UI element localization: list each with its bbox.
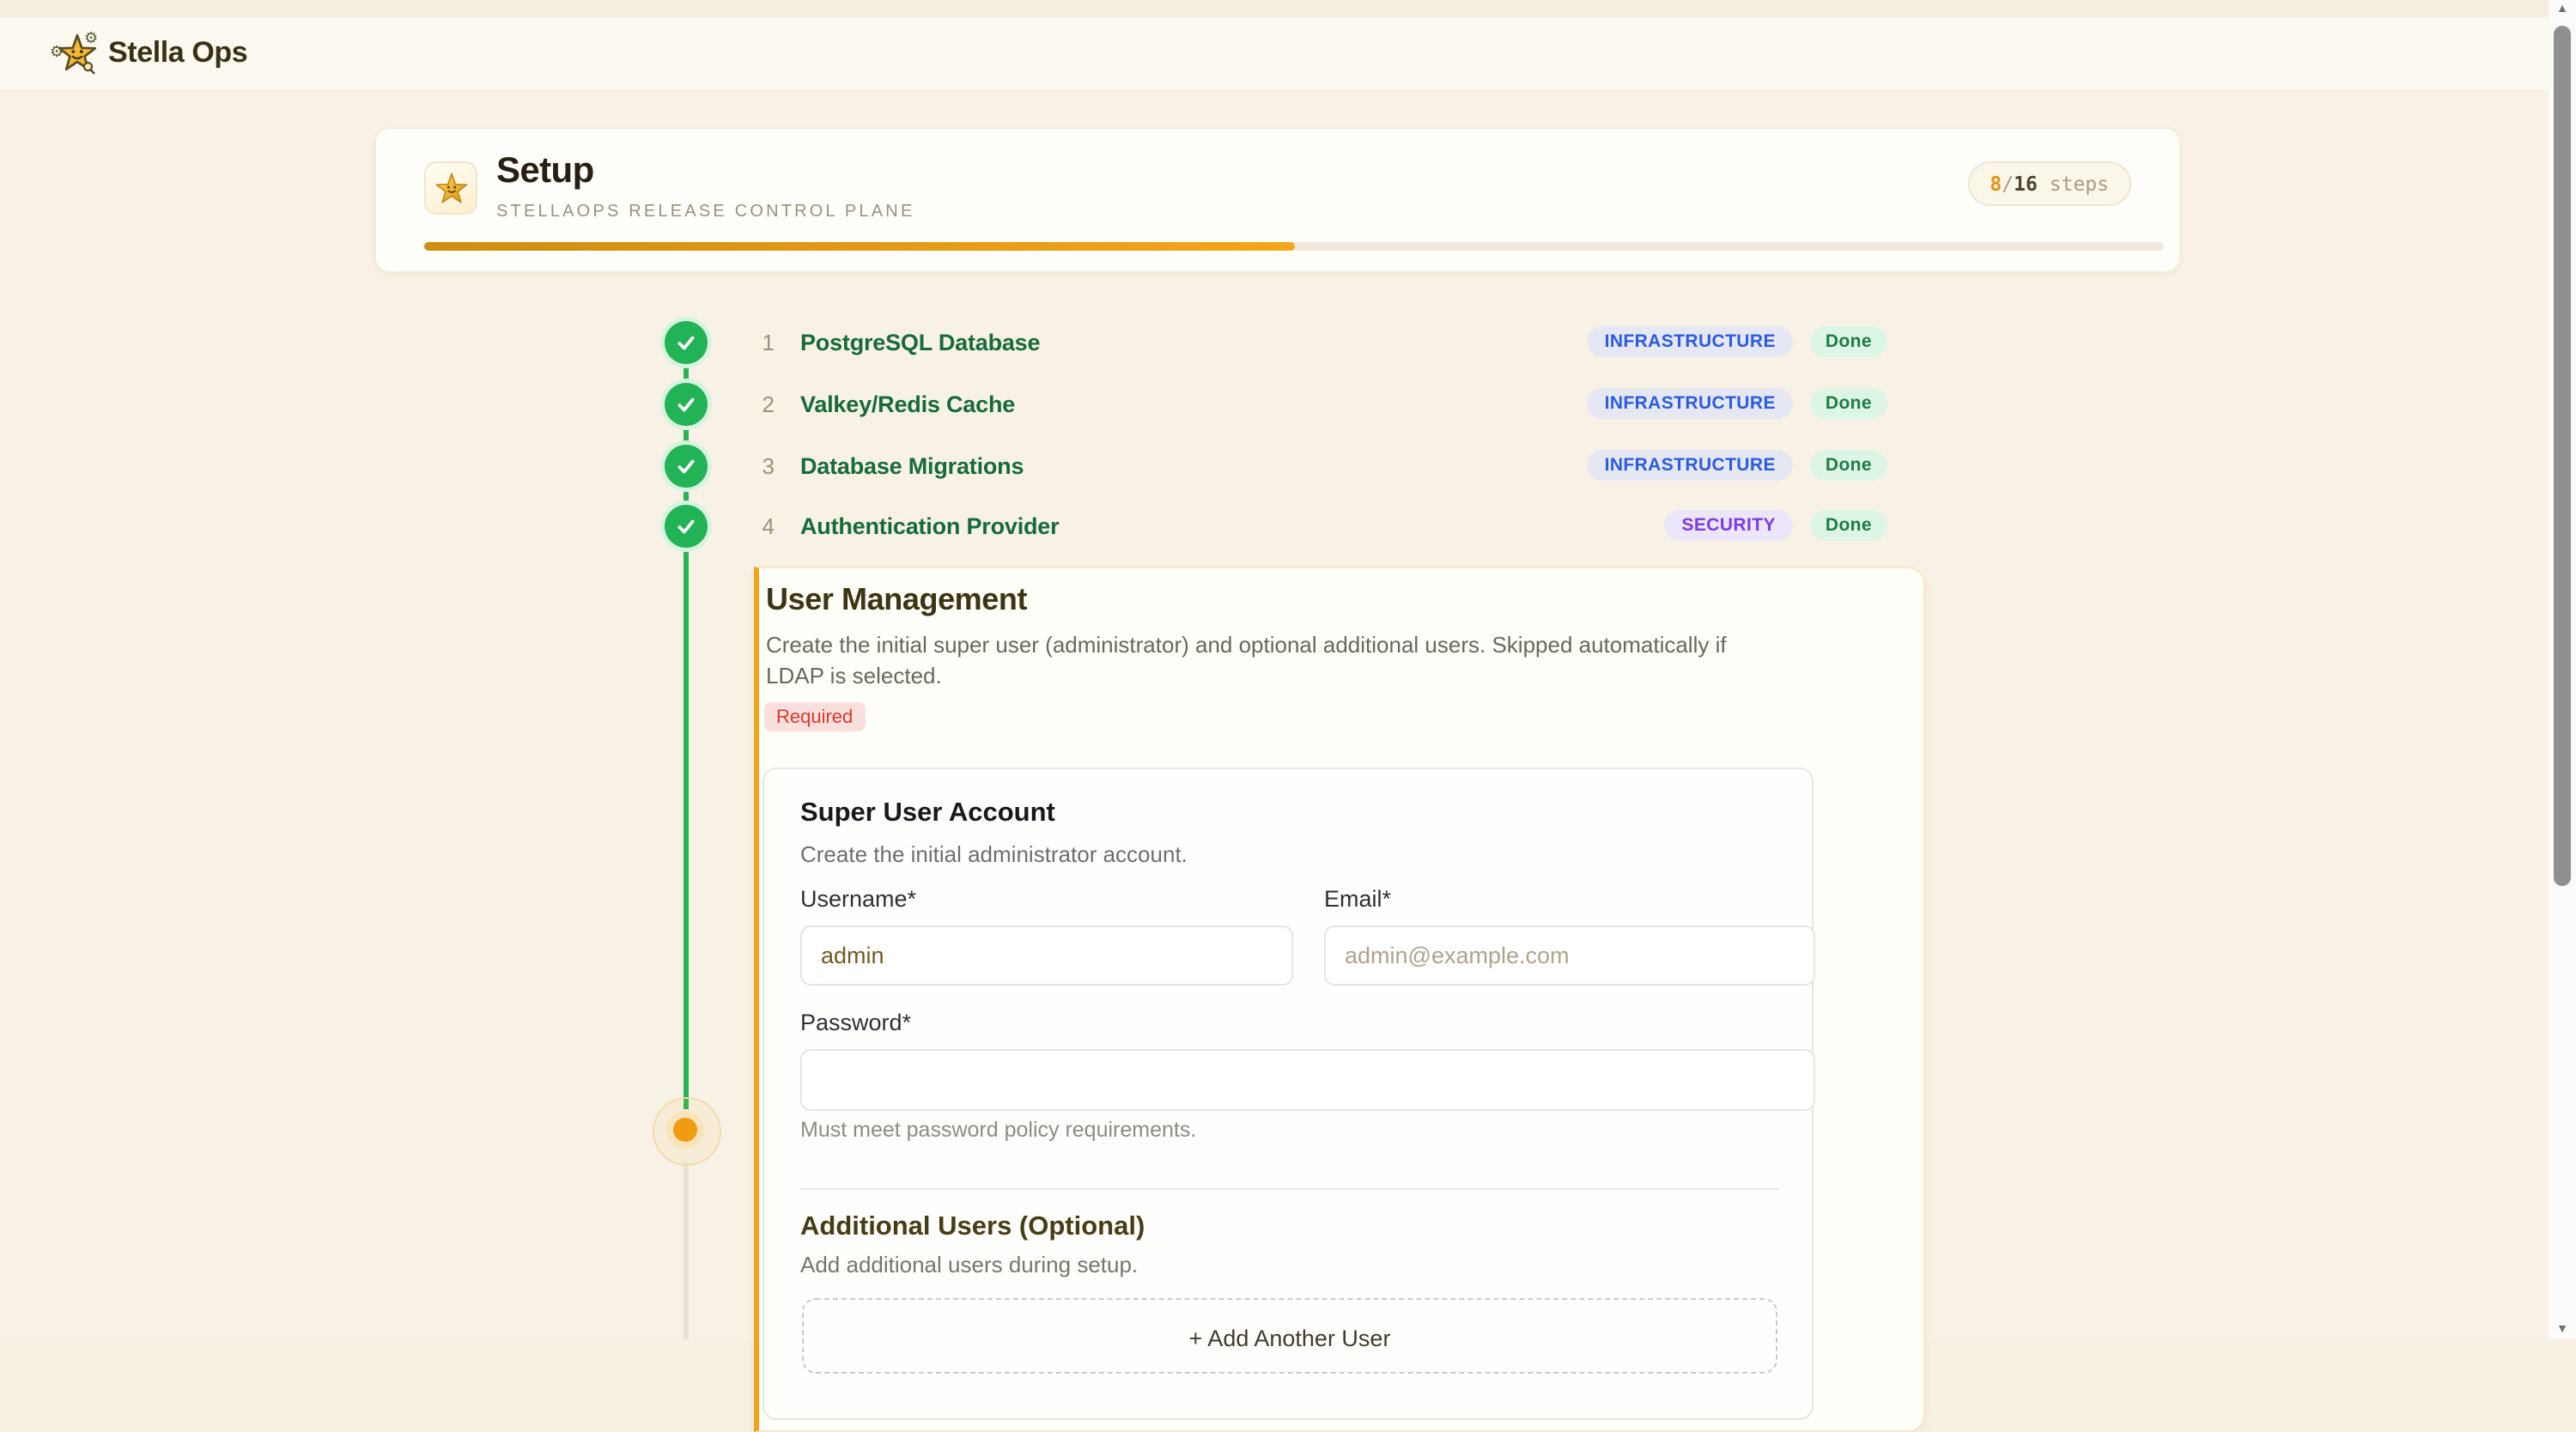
category-badge: INFRASTRUCTURE <box>1588 450 1793 481</box>
step-title: Authentication Provider <box>800 513 1664 538</box>
category-badge: INFRASTRUCTURE <box>1588 326 1793 357</box>
step-number: 4 <box>756 513 775 538</box>
check-icon <box>675 515 697 537</box>
step-number: 2 <box>756 391 775 416</box>
step-title: PostgreSQL Database <box>800 329 1588 355</box>
super-user-description: Create the initial administrator account… <box>800 841 1188 867</box>
stellaops-logo-icon[interactable]: ⚙ ⚙ <box>55 31 100 76</box>
step-check-circle <box>665 383 708 426</box>
timeline-line-upcoming <box>683 1162 688 1339</box>
status-badge: Done <box>1810 510 1887 541</box>
password-field[interactable] <box>800 1049 1815 1111</box>
step-check-circle <box>665 445 708 488</box>
gear-icon: ⚙ <box>50 45 64 60</box>
steps-counter-badge: 8/16 steps <box>1967 161 2131 206</box>
page-content: Setup STELLAOPS RELEASE CONTROL PLANE 8/… <box>0 89 2554 1339</box>
scroll-down-arrow-icon[interactable]: ▼ <box>2549 1324 2576 1336</box>
section-description: Create the initial super user (administr… <box>766 630 1759 690</box>
progress-fill <box>424 242 1294 250</box>
category-badge: SECURITY <box>1664 510 1792 541</box>
status-badge: Done <box>1810 388 1887 419</box>
check-icon <box>675 393 697 416</box>
required-badge: Required <box>764 702 865 731</box>
additional-users-heading: Additional Users (Optional) <box>800 1212 1145 1243</box>
email-label: Email* <box>1324 886 1391 912</box>
section-title: User Management <box>766 582 1027 618</box>
steps-label: steps <box>2050 172 2109 196</box>
current-step-dot <box>673 1118 697 1142</box>
username-field[interactable] <box>800 925 1293 986</box>
setup-card: Setup STELLAOPS RELEASE CONTROL PLANE 8/… <box>374 127 2181 273</box>
super-user-panel: Super User Account Create the initial ad… <box>762 768 1814 1420</box>
additional-users-description: Add additional users during setup. <box>800 1252 1138 1277</box>
setup-mascot-icon <box>424 161 477 215</box>
steps-done-count: 8 <box>1990 172 2002 196</box>
step-number: 1 <box>756 329 775 355</box>
scroll-up-arrow-icon[interactable]: ▲ <box>2549 3 2576 15</box>
category-badge: INFRASTRUCTURE <box>1588 388 1793 419</box>
step-row-auth-provider[interactable]: 4 Authentication Provider SECURITY Done <box>756 507 1887 544</box>
scrollbar[interactable]: ▲ ▼ <box>2549 0 2576 1339</box>
section-divider <box>800 1188 1779 1190</box>
user-management-card: User Management Create the initial super… <box>754 567 1925 1432</box>
super-user-heading: Super User Account <box>800 798 1055 829</box>
setup-subtitle: STELLAOPS RELEASE CONTROL PLANE <box>496 203 915 221</box>
app-title: Stella Ops <box>108 36 247 70</box>
username-label: Username* <box>800 886 916 912</box>
add-another-user-button[interactable]: + Add Another User <box>802 1298 1777 1374</box>
step-row-postgresql[interactable]: 1 PostgreSQL Database INFRASTRUCTURE Don… <box>756 323 1887 361</box>
check-icon <box>675 455 697 477</box>
setup-title: Setup <box>496 151 594 192</box>
password-hint: Must meet password policy requirements. <box>800 1118 1196 1142</box>
step-check-circle <box>665 505 708 548</box>
current-step-indicator <box>653 1097 721 1166</box>
steps-separator: / <box>2002 172 2014 196</box>
step-title: Valkey/Redis Cache <box>800 391 1588 416</box>
steps-total-count: 16 <box>2014 172 2038 196</box>
status-badge: Done <box>1810 326 1887 357</box>
gear-icon: ⚙ <box>84 31 98 46</box>
app-header: ⚙ ⚙ Stella Ops <box>0 17 2576 89</box>
step-title: Database Migrations <box>800 452 1588 478</box>
status-badge: Done <box>1810 450 1887 481</box>
app-window: ⚙ ⚙ Stella Ops <box>0 0 2576 1339</box>
step-check-circle <box>665 321 708 364</box>
email-field[interactable] <box>1324 925 1815 986</box>
step-row-valkey-redis[interactable]: 2 Valkey/Redis Cache INFRASTRUCTURE Done <box>756 385 1887 422</box>
password-label: Password* <box>800 1010 911 1035</box>
step-row-db-migrations[interactable]: 3 Database Migrations INFRASTRUCTURE Don… <box>756 446 1887 484</box>
step-number: 3 <box>756 452 775 478</box>
setup-progress-track <box>424 242 2164 250</box>
scrollbar-thumb[interactable] <box>2554 26 2571 886</box>
check-icon <box>675 331 697 354</box>
